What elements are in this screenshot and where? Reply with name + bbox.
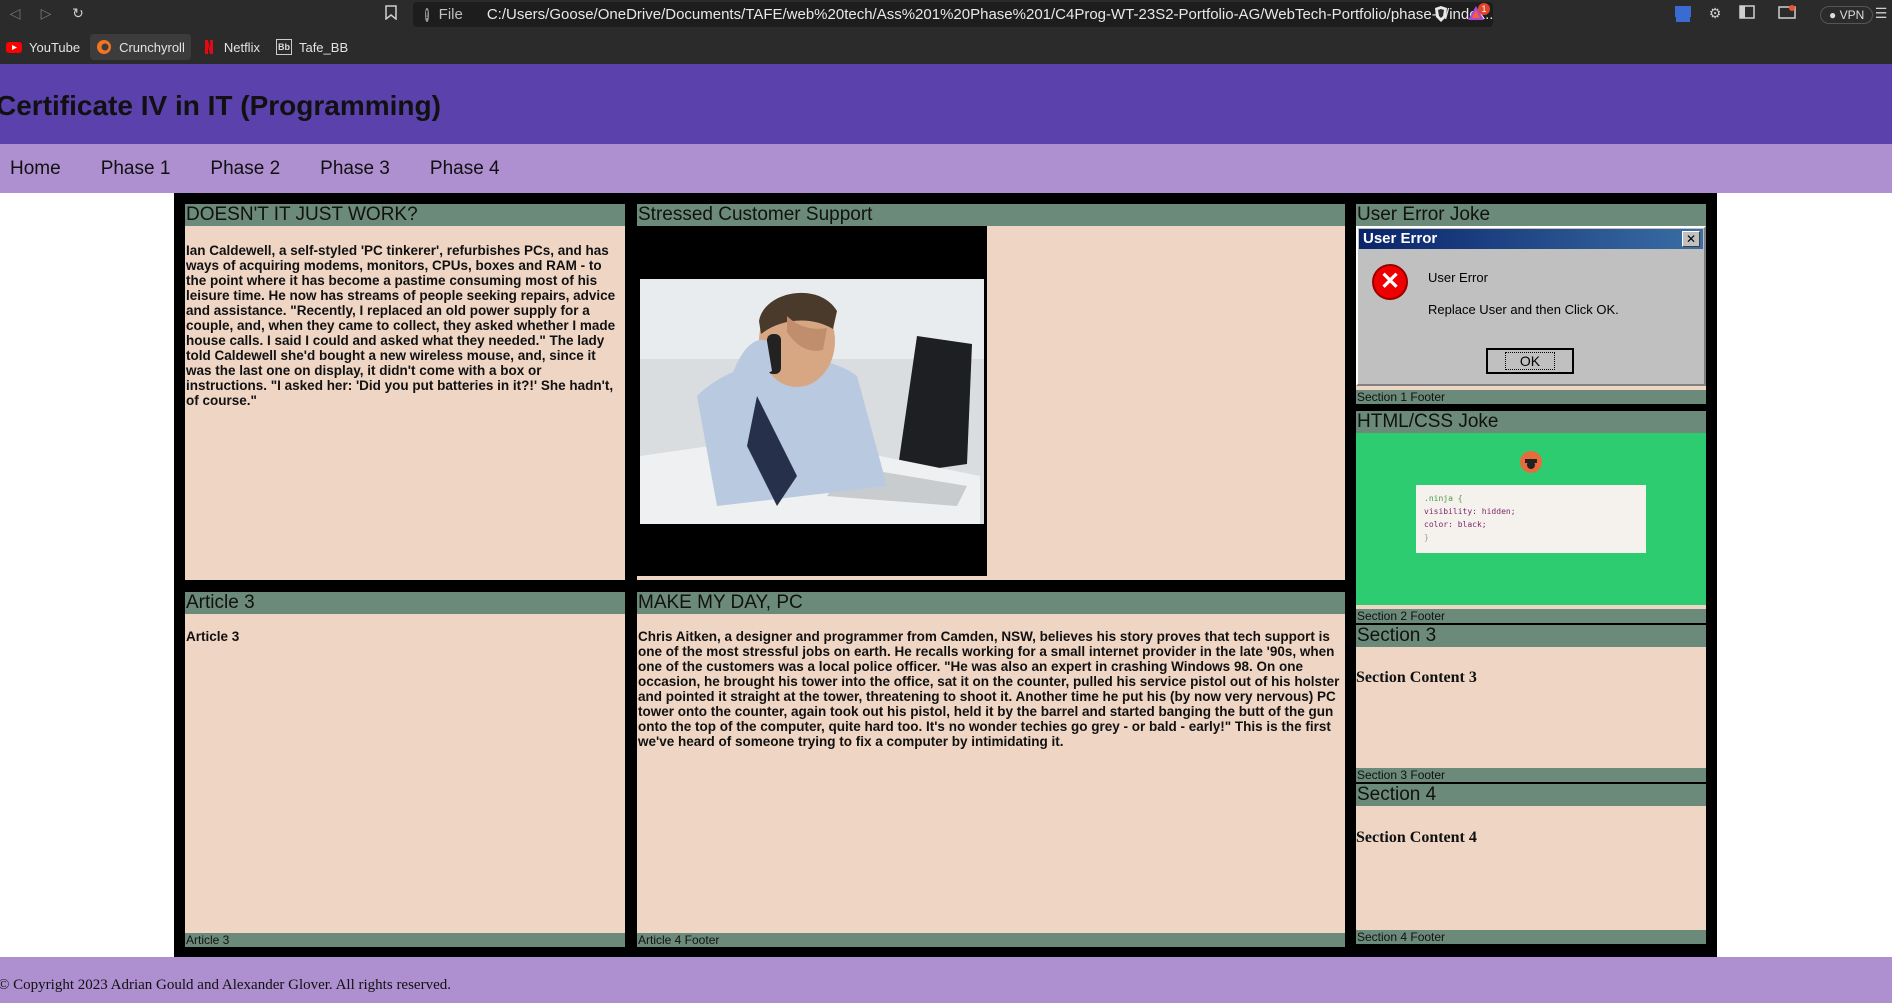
bookmark-label: Crunchyroll [119, 39, 185, 55]
error-dialog: User Error ✕ ✕ User Error Replace User a… [1356, 226, 1706, 386]
address-bar[interactable]: ! File C:/Users/Goose/OneDrive/Documents… [413, 2, 1493, 27]
vpn-label: VPN [1839, 8, 1865, 22]
joke-image: .ninja { visibility: hidden; color: blac… [1356, 433, 1706, 605]
article-4: MAKE MY DAY, PC Chris Aitken, a designer… [637, 592, 1345, 947]
nav-link-phase-1[interactable]: Phase 1 [101, 158, 171, 180]
netflix-icon [201, 39, 217, 55]
site-nav: Home Phase 1 Phase 2 Phase 3 Phase 4 [0, 144, 1892, 193]
section-2: HTML/CSS Joke .ninja { visibility: hidde… [1356, 411, 1706, 623]
section-3: Section 3 Section Content 3 Section 3 Fo… [1356, 625, 1706, 782]
article-body: Chris Aitken, a designer and programmer … [638, 629, 1340, 749]
browser-toolbar: ◁ ▷ ↻ ! File C:/Users/Goose/OneDrive/Doc… [0, 0, 1892, 29]
bookmark-youtube[interactable]: YouTube [0, 34, 86, 60]
info-icon[interactable]: ! [425, 7, 429, 22]
bookmark-label: Netflix [223, 39, 260, 55]
site-footer: © Copyright 2023 Adrian Gould and Alexan… [0, 957, 1892, 1003]
site-header: Certificate IV in IT (Programming) [0, 64, 1892, 144]
section-heading: HTML/CSS Joke [1356, 411, 1706, 433]
bookmark-label: YouTube [29, 39, 81, 55]
bookmark-icon[interactable] [382, 5, 400, 23]
crunchyroll-icon [96, 39, 112, 55]
support-image [637, 226, 987, 576]
article-3: Article 3 Article 3 Article 3 [185, 592, 625, 947]
article-1: DOESN'T IT JUST WORK? Ian Caldewell, a s… [185, 204, 625, 580]
article-heading: Stressed Customer Support [637, 204, 1345, 226]
page-title: Certificate IV in IT (Programming) [0, 90, 441, 121]
menu-icon[interactable]: ☰ [1872, 5, 1890, 23]
article-body: Ian Caldewell, a self-styled 'PC tinkere… [186, 243, 616, 408]
stressed-man-image [640, 279, 984, 524]
section-1: User Error Joke User Error ✕ ✕ User Erro… [1356, 204, 1706, 404]
ninja-icon [1520, 451, 1542, 473]
section-heading: Section 3 [1356, 625, 1706, 647]
ok-button-label: OK [1504, 352, 1556, 370]
notification-badge: 1 [1478, 3, 1490, 15]
section-4: Section 4 Section Content 4 Section 4 Fo… [1356, 784, 1706, 944]
extension-icon[interactable] [1674, 5, 1692, 23]
blackboard-icon: Bb [275, 39, 292, 55]
brave-shield-icon[interactable] [1432, 5, 1450, 23]
dialog-message: User Error [1428, 270, 1488, 285]
nav-link-phase-4[interactable]: Phase 4 [430, 158, 500, 180]
bookmark-label: Tafe_BB [298, 39, 349, 55]
back-icon[interactable]: ◁ [6, 5, 24, 23]
dialog-title: User Error [1359, 229, 1703, 249]
youtube-icon [6, 39, 22, 55]
code-line: color: black; [1424, 520, 1487, 529]
article-footer: Article 3 [185, 933, 625, 947]
article-heading: Article 3 [185, 592, 625, 614]
section-heading: User Error Joke [1356, 204, 1706, 226]
code-line: .ninja { [1424, 494, 1463, 503]
nav-link-phase-3[interactable]: Phase 3 [320, 158, 390, 180]
address-prefix: File [438, 6, 463, 23]
section-footer: Section 4 Footer [1356, 930, 1706, 944]
bookmarks-bar: YouTube Crunchyroll Netflix Bb Tafe_BB [0, 34, 358, 60]
bookmark-crunchyroll[interactable]: Crunchyroll [90, 34, 191, 60]
close-icon[interactable]: ✕ [1682, 231, 1700, 247]
section-content: Section Content 3 [1356, 669, 1477, 686]
article-heading: DOESN'T IT JUST WORK? [185, 204, 625, 226]
bookmark-netflix[interactable]: Netflix [195, 34, 266, 60]
article-heading: MAKE MY DAY, PC [637, 592, 1345, 614]
vpn-button[interactable]: ● VPN [1820, 6, 1874, 24]
wallet-icon[interactable] [1778, 5, 1796, 23]
section-heading: Section 4 [1356, 784, 1706, 806]
section-footer: Section 3 Footer [1356, 768, 1706, 782]
ok-button[interactable]: OK [1486, 348, 1574, 374]
nav-link-home[interactable]: Home [10, 158, 61, 180]
main-content: DOESN'T IT JUST WORK? Ian Caldewell, a s… [174, 193, 1717, 957]
sidebar-icon[interactable] [1738, 5, 1756, 23]
copyright-text: © Copyright 2023 Adrian Gould and Alexan… [0, 977, 451, 993]
article-footer: Article 4 Footer [637, 933, 1345, 947]
reload-icon[interactable]: ↻ [69, 5, 87, 23]
code-snippet: .ninja { visibility: hidden; color: blac… [1416, 485, 1646, 553]
article-2: Stressed Customer Support [637, 204, 1345, 580]
section-footer: Section 1 Footer [1356, 390, 1706, 404]
address-url[interactable]: C:/Users/Goose/OneDrive/Documents/TAFE/w… [487, 6, 1493, 23]
dialog-instruction: Replace User and then Click OK. [1428, 302, 1619, 317]
error-icon: ✕ [1372, 264, 1408, 300]
code-line: visibility: hidden; [1424, 507, 1516, 516]
nav-link-phase-2[interactable]: Phase 2 [210, 158, 280, 180]
code-line: } [1424, 533, 1429, 542]
section-footer: Section 2 Footer [1356, 609, 1706, 623]
article-body: Article 3 [186, 629, 240, 644]
extensions-puzzle-icon[interactable]: ⚙ [1706, 5, 1724, 23]
forward-icon[interactable]: ▷ [37, 5, 55, 23]
bookmark-tafe-bb[interactable]: Bb Tafe_BB [270, 34, 354, 60]
section-content: Section Content 4 [1356, 829, 1477, 846]
browser-chrome: ◁ ▷ ↻ ! File C:/Users/Goose/OneDrive/Doc… [0, 0, 1892, 64]
